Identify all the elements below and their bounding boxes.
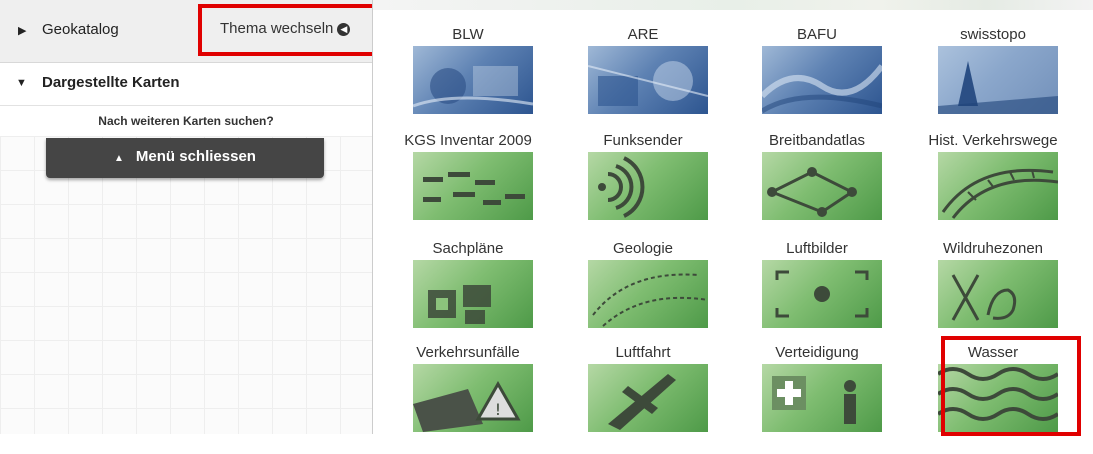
- theme-label: Wildruhezonen: [942, 240, 1044, 257]
- caret-right-icon: ▶: [18, 25, 27, 37]
- theme-label: Verkehrsunfälle: [416, 344, 520, 361]
- luftfahrt-thumbnail: [588, 364, 708, 432]
- theme-label: swisstopo: [960, 26, 1026, 43]
- theme-tile-funksender[interactable]: Funksender: [568, 132, 718, 242]
- luftbilder-thumbnail: [762, 260, 882, 328]
- theme-label: Luftbilder: [786, 240, 848, 257]
- are-thumbnail: [588, 46, 708, 114]
- theme-tile-kgs-inventar[interactable]: KGS Inventar 2009: [393, 132, 543, 242]
- theme-label: BLW: [452, 26, 484, 43]
- geokatalog-label: Geokatalog: [42, 21, 119, 38]
- theme-label: Luftfahrt: [615, 344, 671, 361]
- theme-label: Hist. Verkehrswege: [928, 132, 1058, 149]
- kgs-inventar-thumbnail: [413, 152, 533, 220]
- theme-tile-wildruhezonen[interactable]: Wildruhezonen: [918, 240, 1068, 350]
- bafu-thumbnail: [762, 46, 882, 114]
- top-map-strip: [373, 0, 1093, 10]
- sachplaene-thumbnail: [413, 260, 533, 328]
- dargestellte-karten-label: Dargestellte Karten: [42, 74, 180, 91]
- theme-tile-blw[interactable]: BLW: [393, 26, 543, 136]
- swisstopo-thumbnail: [938, 46, 1058, 114]
- search-more-row[interactable]: Nach weiteren Karten suchen?: [0, 106, 372, 136]
- theme-tile-luftfahrt[interactable]: Luftfahrt: [568, 344, 718, 454]
- svg-text:!: !: [495, 400, 501, 419]
- theme-label: ARE: [627, 26, 659, 43]
- chevron-left-circle-icon: ◀: [337, 22, 351, 36]
- funksender-thumbnail: [588, 152, 708, 220]
- wildruhezonen-thumbnail: [938, 260, 1058, 328]
- geologie-thumbnail: [588, 260, 708, 328]
- theme-label: Sachpläne: [432, 240, 504, 257]
- blw-thumbnail: [413, 46, 533, 114]
- theme-tile-verkehrsunfaelle[interactable]: Verkehrsunfälle !: [393, 344, 543, 454]
- theme-tile-swisstopo[interactable]: swisstopo: [918, 26, 1068, 136]
- verkehrsunfaelle-thumbnail: !: [413, 364, 533, 432]
- wasser-highlight-frame: [941, 336, 1081, 436]
- hist-verkehrswege-thumbnail: [938, 152, 1058, 220]
- theme-label: Funksender: [603, 132, 683, 149]
- theme-label: BAFU: [796, 26, 837, 43]
- theme-tile-bafu[interactable]: BAFU: [742, 26, 892, 136]
- thema-wechseln-button[interactable]: Thema wechseln ◀: [198, 4, 376, 56]
- theme-tile-hist-verkehrswege[interactable]: Hist. Verkehrswege: [918, 132, 1068, 242]
- caret-down-icon: ▼: [16, 77, 27, 89]
- theme-tile-verteidigung[interactable]: Verteidigung: [742, 344, 892, 454]
- caret-up-icon: ▲: [114, 153, 124, 164]
- theme-tile-are[interactable]: ARE: [568, 26, 718, 136]
- theme-label: Breitbandatlas: [769, 132, 865, 149]
- theme-tile-geologie[interactable]: Geologie: [568, 240, 718, 350]
- thema-wechseln-label: Thema wechseln ◀: [220, 20, 351, 37]
- theme-label: Geologie: [612, 240, 674, 257]
- theme-label: KGS Inventar 2009: [404, 132, 532, 149]
- breitbandatlas-thumbnail: [762, 152, 882, 220]
- theme-tile-breitbandatlas[interactable]: Breitbandatlas: [742, 132, 892, 242]
- menu-close-label: Menü schliessen: [135, 148, 256, 165]
- theme-tile-luftbilder[interactable]: Luftbilder: [742, 240, 892, 350]
- dargestellte-karten-row[interactable]: ▼ Dargestellte Karten: [0, 63, 372, 106]
- theme-tile-sachplaene[interactable]: Sachpläne: [393, 240, 543, 350]
- search-more-link[interactable]: Nach weiteren Karten suchen?: [0, 114, 372, 128]
- menu-close-button[interactable]: ▲ Menü schliessen: [46, 138, 324, 178]
- theme-label: Verteidigung: [775, 344, 859, 361]
- verteidigung-thumbnail: [762, 364, 882, 432]
